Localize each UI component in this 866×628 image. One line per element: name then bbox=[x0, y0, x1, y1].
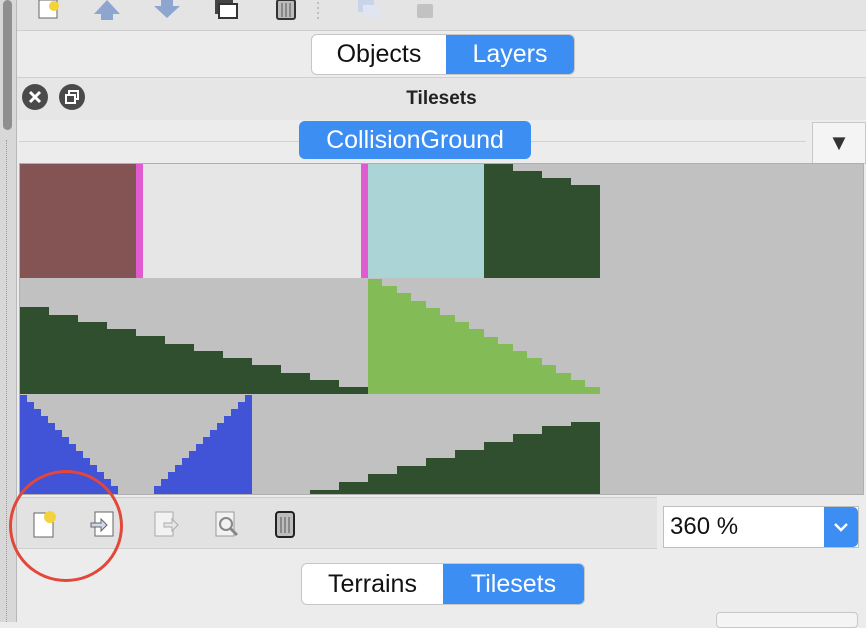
tab-layers[interactable]: Layers bbox=[446, 35, 574, 74]
tile-pink-edge bbox=[136, 164, 143, 278]
tileset-toolbar bbox=[17, 497, 657, 549]
tab-list-button[interactable]: ▼ bbox=[812, 122, 866, 164]
new-tileset-icon[interactable] bbox=[30, 508, 60, 540]
tab-collisionground[interactable]: CollisionGround bbox=[299, 121, 531, 159]
import-tileset-icon[interactable] bbox=[88, 508, 118, 540]
objects-layers-switch: Objects Layers bbox=[311, 34, 575, 75]
tile-cyan bbox=[368, 164, 484, 278]
edit-tileset-icon[interactable] bbox=[212, 508, 242, 540]
toolbar-separator bbox=[313, 0, 323, 22]
tilesets-dock-titlebar: Tilesets bbox=[17, 77, 866, 121]
bottom-panel-edge bbox=[716, 612, 858, 628]
new-layer-icon[interactable] bbox=[33, 0, 65, 22]
tile-pink-edge bbox=[361, 164, 368, 278]
duplicate-layer-icon[interactable] bbox=[210, 0, 242, 22]
terrains-tilesets-switch: Terrains Tilesets bbox=[301, 563, 585, 605]
raise-layer-icon[interactable] bbox=[91, 0, 123, 22]
layer-visibility-icon[interactable] bbox=[351, 0, 383, 22]
layers-toolbar bbox=[17, 0, 866, 31]
tile-light bbox=[143, 164, 361, 278]
lower-layer-icon[interactable] bbox=[151, 0, 183, 22]
remove-tileset-icon[interactable] bbox=[270, 508, 300, 540]
left-scrollbar[interactable] bbox=[3, 0, 12, 130]
delete-layer-icon[interactable] bbox=[270, 0, 302, 22]
tileset-view[interactable] bbox=[19, 163, 864, 495]
tab-terrains[interactable]: Terrains bbox=[302, 564, 443, 604]
dock-title: Tilesets bbox=[406, 88, 477, 109]
tileset-image bbox=[20, 164, 863, 494]
lock-icon[interactable] bbox=[409, 0, 441, 22]
export-tileset-icon[interactable] bbox=[151, 508, 181, 540]
tab-objects[interactable]: Objects bbox=[312, 35, 446, 74]
zoom-combobox[interactable]: 360 % bbox=[663, 506, 859, 548]
tab-tilesets[interactable]: Tilesets bbox=[443, 564, 584, 604]
zoom-value: 360 % bbox=[670, 513, 739, 540]
tile-brown bbox=[20, 164, 136, 278]
chevron-down-icon[interactable] bbox=[824, 507, 858, 547]
dock-splitter[interactable] bbox=[6, 140, 7, 622]
